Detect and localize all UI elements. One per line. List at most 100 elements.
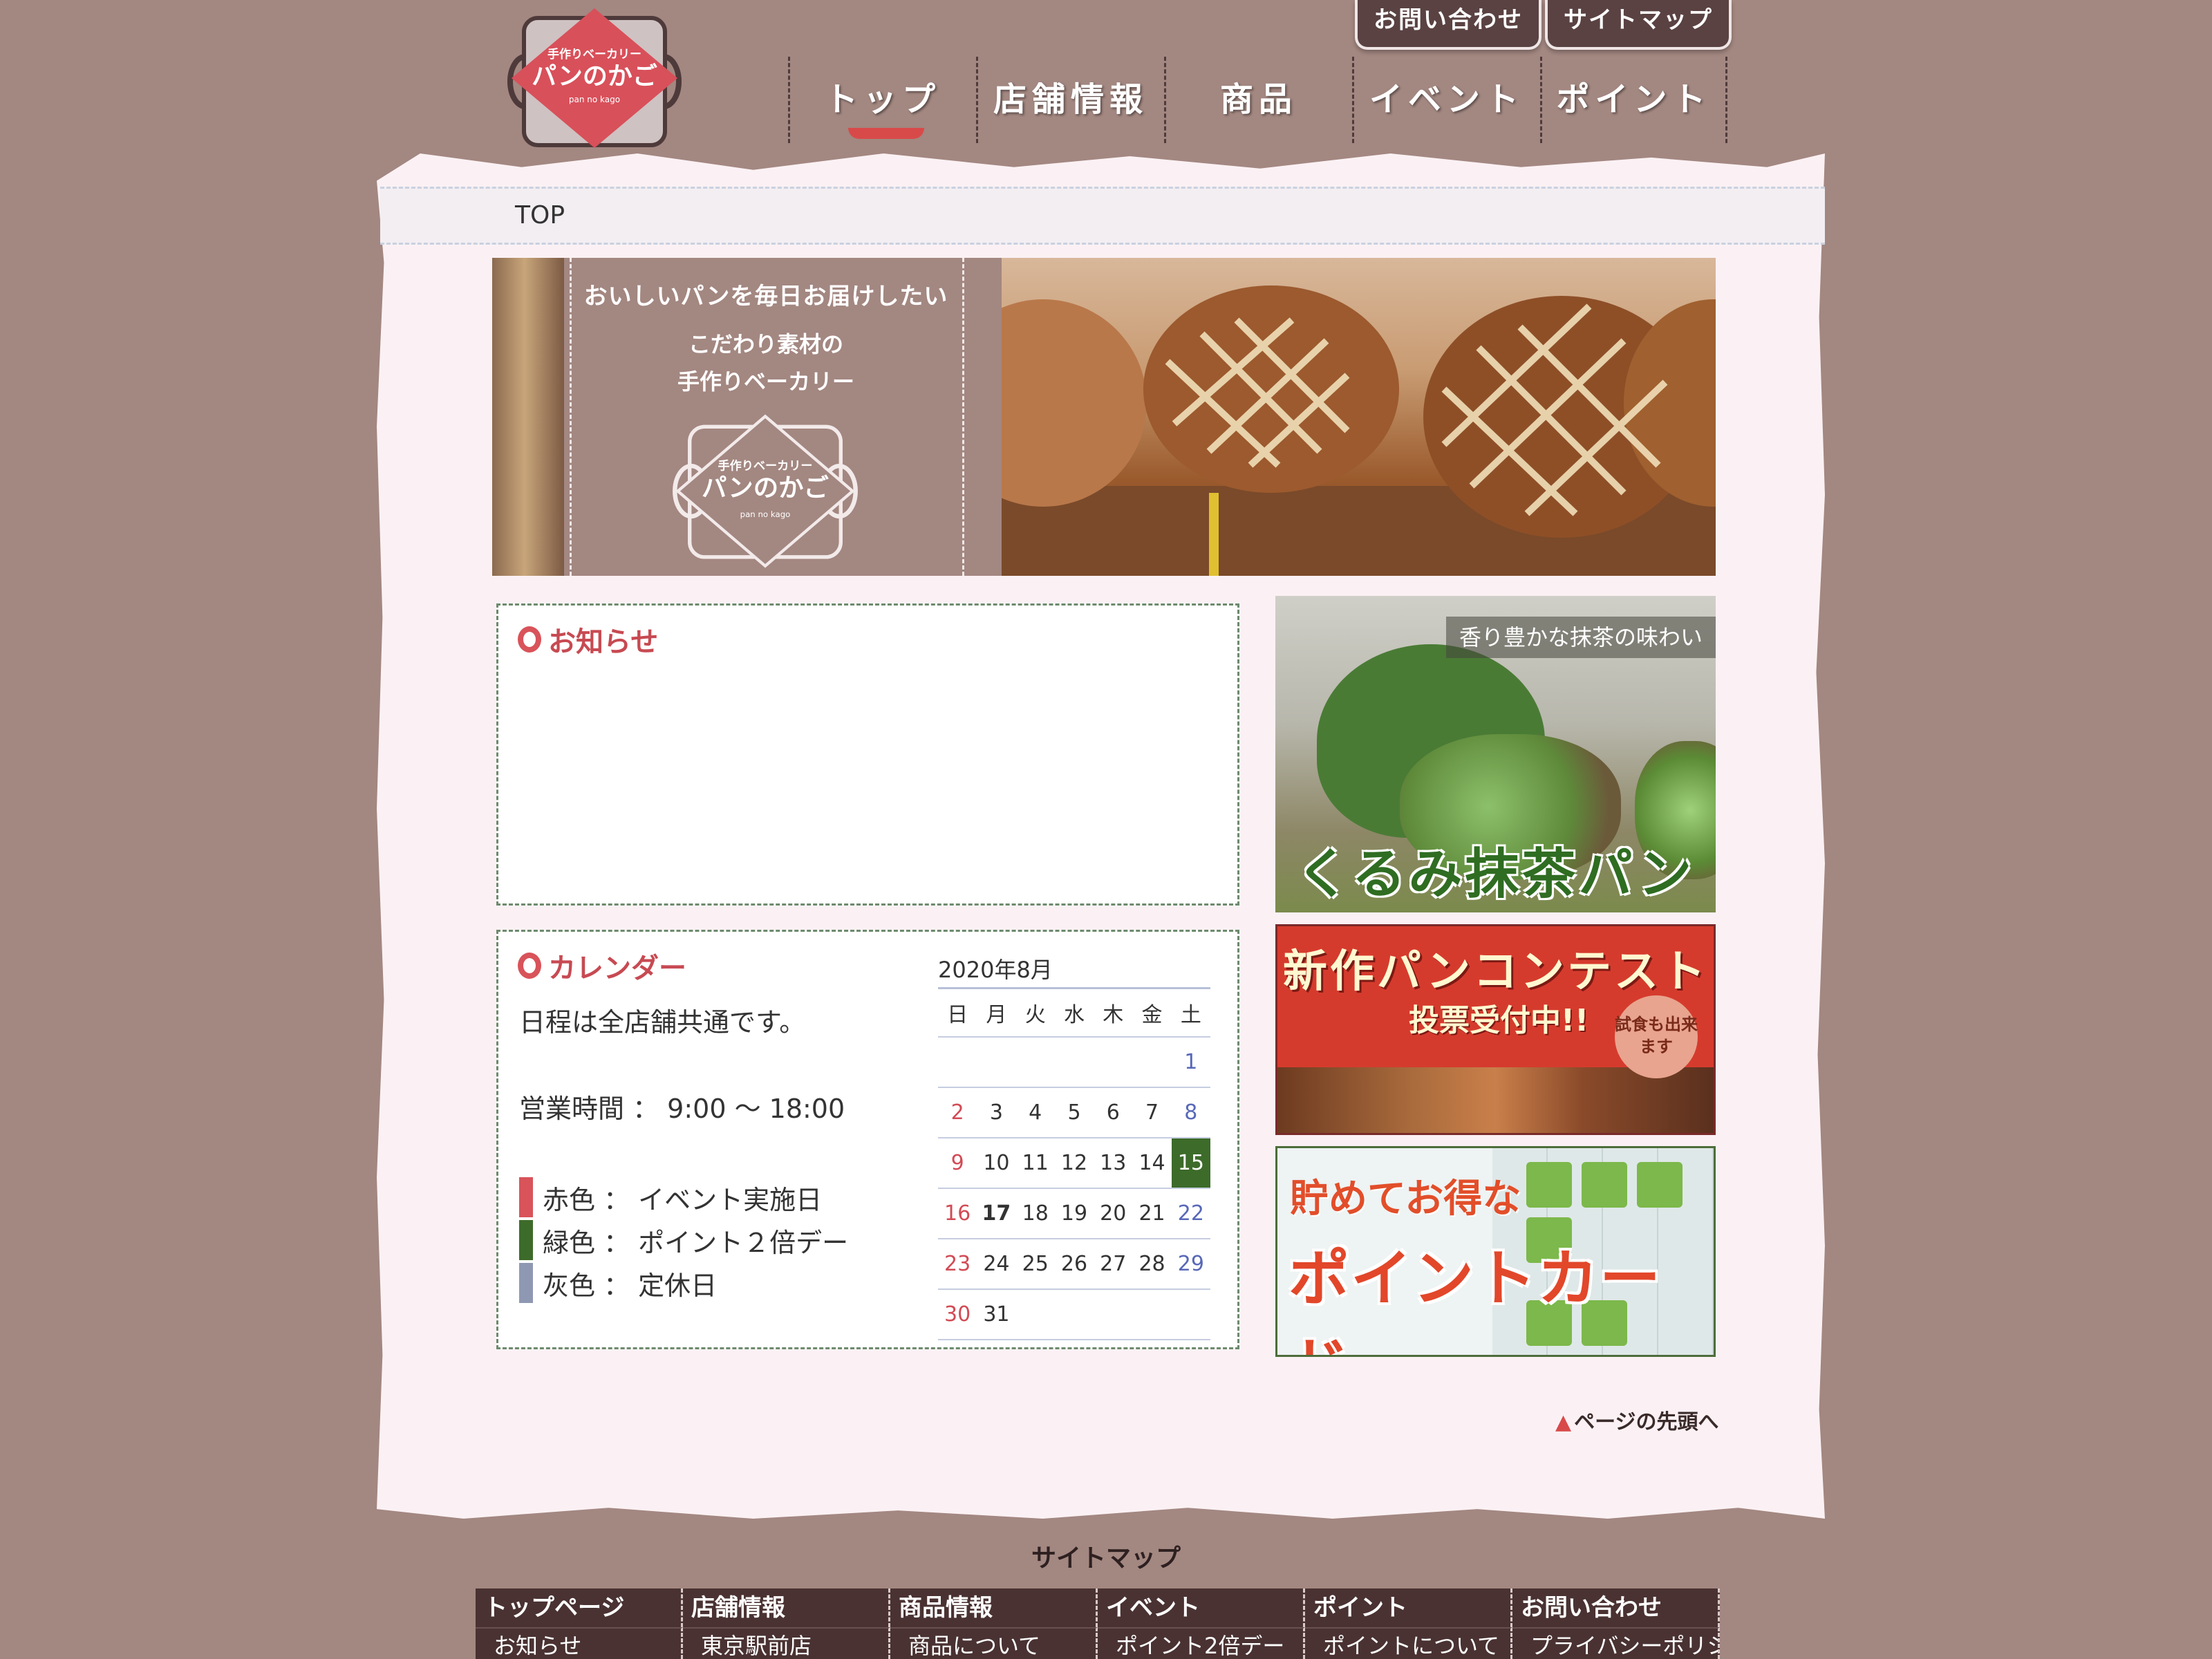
calendar-day[interactable]: 17 bbox=[977, 1188, 1016, 1239]
weekday-header: 月 bbox=[977, 988, 1016, 1038]
legend-swatch bbox=[519, 1220, 533, 1260]
sitemap-link[interactable]: サイトマップ bbox=[1545, 0, 1732, 50]
footer-sitemap: トップページ お知らせ 店舗情報 東京駅前店 商品情報 商品について イベント ポイント2倍デ… bbox=[476, 1588, 1720, 1659]
calendar-day[interactable]: 8 bbox=[1171, 1087, 1210, 1138]
point-card-banner[interactable]: 貯めてお得な ポイントカード bbox=[1275, 1146, 1716, 1357]
business-hours: 営業時間 ： 9:00 ～ 18:00 bbox=[519, 1094, 845, 1124]
calendar-day[interactable]: 1 bbox=[1171, 1036, 1210, 1088]
sitemap-item-link[interactable]: 商品について bbox=[890, 1627, 1098, 1659]
nav-top[interactable]: トップ bbox=[788, 57, 975, 143]
sitemap-item-link[interactable]: お知らせ bbox=[476, 1627, 683, 1659]
calendar-day[interactable]: 5 bbox=[1054, 1087, 1094, 1138]
sitemap-item-link[interactable]: ポイント2倍デー bbox=[1098, 1627, 1305, 1659]
nav-points[interactable]: ポイント bbox=[1540, 57, 1727, 143]
page-top-label: ページの先頭へ bbox=[1574, 1410, 1719, 1434]
weekday-header: 金 bbox=[1132, 988, 1172, 1038]
calendar-note: 日程は全店舗共通です。 bbox=[519, 1007, 806, 1038]
weekday-header: 火 bbox=[1015, 988, 1055, 1038]
calendar-day[interactable]: 19 bbox=[1054, 1188, 1094, 1239]
circle-bullet-icon bbox=[518, 626, 541, 653]
calendar-day[interactable]: 29 bbox=[1171, 1238, 1210, 1290]
calendar-day[interactable]: 22 bbox=[1171, 1188, 1210, 1239]
sitemap-heading-link[interactable]: ポイント bbox=[1305, 1588, 1512, 1627]
sitemap-column: 店舗情報 東京駅前店 bbox=[683, 1588, 890, 1659]
sitemap-column: 商品情報 商品について bbox=[890, 1588, 1098, 1659]
calendar-empty-cell bbox=[1171, 1288, 1210, 1340]
calendar-day[interactable]: 27 bbox=[1094, 1238, 1133, 1290]
calendar-day[interactable]: 11 bbox=[1015, 1137, 1055, 1189]
calendar-day[interactable]: 25 bbox=[1015, 1238, 1055, 1290]
sitemap-item-link[interactable]: プライバシーポリシ bbox=[1512, 1627, 1720, 1659]
point-line1: 貯めてお得な bbox=[1290, 1177, 1521, 1221]
sitemap-heading-link[interactable]: イベント bbox=[1098, 1588, 1305, 1627]
calendar-body: 1 2 3 4 5 6 7 8 9 10 11 12 13 14 15 16 17 18 19 20 21 22 23 24 2… bbox=[938, 1036, 1210, 1340]
sitemap-heading-link[interactable]: 店舗情報 bbox=[683, 1588, 890, 1627]
legend-label: 赤色 ： イベント実施日 bbox=[543, 1184, 823, 1215]
footer-sitemap-title: サイトマップ bbox=[1031, 1544, 1181, 1573]
calendar-day[interactable]: 10 bbox=[977, 1137, 1016, 1189]
calendar-section: カレンダー 日程は全店舗共通です。 営業時間 ： 9:00 ～ 18:00 赤色… bbox=[496, 930, 1239, 1349]
calendar-week-row: 2345678 bbox=[938, 1087, 1210, 1138]
calendar-day[interactable]: 31 bbox=[977, 1288, 1016, 1340]
site-logo[interactable]: 手作りベーカリー パンのかご pan no kago bbox=[505, 6, 684, 151]
calendar-day[interactable]: 9 bbox=[938, 1137, 977, 1189]
calendar-day[interactable]: 6 bbox=[1094, 1087, 1133, 1138]
calendar-day[interactable]: 30 bbox=[938, 1288, 977, 1340]
nav-points-label: ポイント bbox=[1556, 80, 1712, 119]
calendar-day[interactable]: 21 bbox=[1132, 1188, 1172, 1239]
sitemap-heading-link[interactable]: 商品情報 bbox=[890, 1588, 1098, 1627]
calendar-day[interactable]: 7 bbox=[1132, 1087, 1172, 1138]
hero-left-photo-strip bbox=[492, 258, 564, 576]
contact-link[interactable]: お問い合わせ bbox=[1355, 0, 1541, 50]
calendar-title: カレンダー bbox=[518, 946, 686, 986]
stamp-graphic bbox=[1637, 1162, 1683, 1208]
sitemap-heading-link[interactable]: トップページ bbox=[476, 1588, 683, 1627]
calendar-day[interactable]: 28 bbox=[1132, 1238, 1172, 1290]
calendar-day[interactable]: 18 bbox=[1015, 1188, 1055, 1239]
calendar-day[interactable]: 13 bbox=[1094, 1137, 1133, 1189]
calendar-day[interactable]: 14 bbox=[1132, 1137, 1172, 1189]
page-top-link[interactable]: ▲ ページの先頭へ bbox=[1555, 1405, 1718, 1435]
up-arrow-icon: ▲ bbox=[1555, 1410, 1572, 1434]
hero-logo-roman: pan no kago bbox=[740, 509, 791, 519]
sitemap-column: お問い合わせ プライバシーポリシ bbox=[1512, 1588, 1720, 1659]
calendar-empty-cell bbox=[938, 1036, 977, 1088]
nav-products[interactable]: 商品 bbox=[1164, 57, 1351, 143]
legend-item: 赤色 ： イベント実施日 bbox=[519, 1177, 822, 1217]
calendar-week-row: 16 17 18 19 20 21 22 bbox=[938, 1188, 1210, 1239]
tasting-badge: 試食も出来ます bbox=[1615, 995, 1698, 1078]
hero-catchcopy: おいしいパンを毎日お届けしたい bbox=[583, 283, 948, 310]
legend-label: 灰色 ： 定休日 bbox=[543, 1270, 718, 1301]
hero-logo-small: 手作りベーカリー bbox=[718, 458, 813, 473]
calendar-day[interactable]: 23 bbox=[938, 1238, 977, 1290]
nav-shop-info[interactable]: 店舗情報 bbox=[976, 57, 1163, 143]
calendar-weekday-row: 日月火水木金土 bbox=[938, 988, 1210, 1038]
calendar-week-row: 9 10 11 12 13 14 15 bbox=[938, 1137, 1210, 1189]
sitemap-column: トップページ お知らせ bbox=[476, 1588, 683, 1659]
weekday-header: 日 bbox=[938, 988, 977, 1038]
sitemap-heading-link[interactable]: お問い合わせ bbox=[1512, 1588, 1720, 1627]
calendar-day[interactable]: 12 bbox=[1054, 1137, 1094, 1189]
calendar-day[interactable]: 15 bbox=[1171, 1137, 1210, 1189]
calendar-day[interactable]: 24 bbox=[977, 1238, 1016, 1290]
calendar-title-text: カレンダー bbox=[548, 953, 686, 984]
calendar-day[interactable]: 3 bbox=[977, 1087, 1016, 1138]
sitemap-item-link[interactable]: ポイントについて bbox=[1305, 1627, 1512, 1659]
calendar-empty-cell bbox=[1054, 1036, 1094, 1088]
calendar-empty-cell bbox=[1132, 1036, 1172, 1088]
bread-contest-banner[interactable]: 新作パンコンテスト 投票受付中!! 試食も出来ます bbox=[1275, 924, 1716, 1135]
nav-products-label: 商品 bbox=[1219, 80, 1297, 119]
matcha-caption: 香り豊かな抹茶の味わい bbox=[1446, 617, 1716, 658]
calendar-day[interactable]: 2 bbox=[938, 1087, 977, 1138]
calendar-day[interactable]: 4 bbox=[1015, 1087, 1055, 1138]
calendar-day[interactable]: 16 bbox=[938, 1188, 977, 1239]
calendar-day[interactable]: 26 bbox=[1054, 1238, 1094, 1290]
logo-small: 手作りベーカリー bbox=[547, 47, 641, 62]
nav-events[interactable]: イベント bbox=[1352, 57, 1539, 143]
calendar-day[interactable]: 20 bbox=[1094, 1188, 1133, 1239]
matcha-bread-banner[interactable]: 香り豊かな抹茶の味わい くるみ抹茶パン bbox=[1275, 596, 1716, 912]
sitemap-item-link[interactable]: 東京駅前店 bbox=[683, 1627, 890, 1659]
nav-top-label: トップ bbox=[824, 80, 941, 119]
hero-text-panel: おいしいパンを毎日お届けしたい こだわり素材の 手作りベーカリー 手作りベーカリ… bbox=[492, 258, 1002, 576]
legend-swatch bbox=[519, 1263, 533, 1303]
